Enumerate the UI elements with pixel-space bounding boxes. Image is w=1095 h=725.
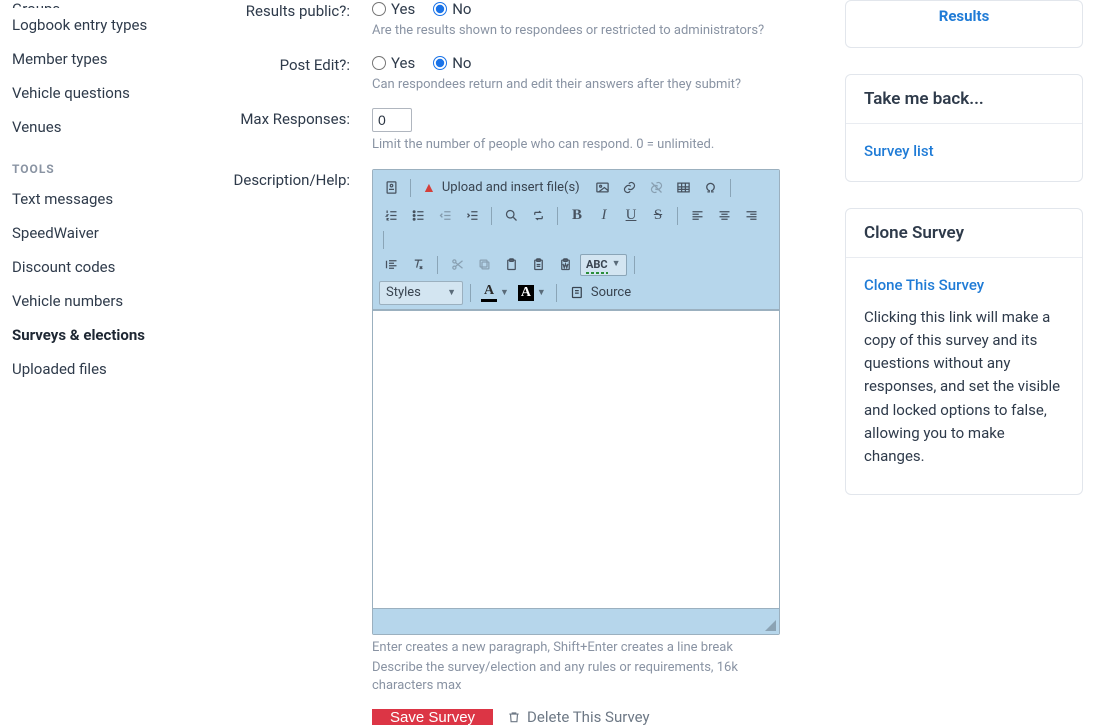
radio-post-edit-yes[interactable]: Yes: [372, 54, 415, 72]
help-max-responses: Limit the number of people who can respo…: [372, 136, 782, 154]
preview-icon[interactable]: [379, 176, 403, 200]
label-max-responses: Max Responses:: [202, 108, 372, 128]
underline-icon[interactable]: U: [619, 204, 643, 228]
card-clone-survey: Clone Survey Clone This Survey Clicking …: [845, 208, 1083, 495]
align-left-icon[interactable]: [685, 204, 709, 228]
sidebar-item-member-types[interactable]: Member types: [12, 42, 168, 76]
source-button[interactable]: Source: [564, 281, 637, 305]
sidebar-item-text-messages[interactable]: Text messages: [12, 182, 168, 216]
table-icon[interactable]: [672, 176, 696, 200]
help-description-2: Describe the survey/election and any rul…: [372, 659, 782, 695]
card-title-clone-survey: Clone Survey: [846, 209, 1082, 258]
card-take-me-back: Take me back... Survey list: [845, 74, 1083, 182]
spellcheck-button[interactable]: ABC ▼: [580, 254, 627, 276]
image-icon[interactable]: [591, 176, 615, 200]
label-results-public: Results public?:: [202, 0, 372, 20]
help-results-public: Are the results shown to respondees or r…: [372, 22, 782, 40]
sidebar-item-vehicle-questions[interactable]: Vehicle questions: [12, 76, 168, 110]
delete-survey-link[interactable]: Delete This Survey: [507, 709, 650, 725]
sidebar-item-groups[interactable]: Groups: [12, 0, 168, 8]
upload-icon: ▲: [422, 181, 436, 195]
save-survey-button[interactable]: Save Survey: [372, 709, 493, 725]
sidebar-item-discount-codes[interactable]: Discount codes: [12, 250, 168, 284]
align-center-icon[interactable]: [712, 204, 736, 228]
sidebar-section-tools: TOOLS: [12, 144, 168, 182]
radio-results-public-yes[interactable]: Yes: [372, 0, 415, 18]
input-max-responses[interactable]: [372, 108, 412, 132]
blockquote-icon[interactable]: [379, 253, 403, 277]
row-max-responses: Max Responses: Limit the number of peopl…: [202, 108, 823, 154]
replace-icon[interactable]: [526, 204, 550, 228]
copy-icon[interactable]: [472, 253, 496, 277]
text-color-button[interactable]: A▼: [478, 281, 512, 305]
row-description: Description/Help: ▲ Upload and insert fi…: [202, 169, 823, 725]
numbered-list-icon[interactable]: [379, 204, 403, 228]
clone-survey-description: Clicking this link will make a copy of t…: [864, 306, 1064, 469]
sidebar-item-uploaded-files[interactable]: Uploaded files: [12, 352, 168, 386]
rich-text-editor: ▲ Upload and insert file(s): [372, 169, 780, 635]
indent-icon[interactable]: [460, 204, 484, 228]
bulleted-list-icon[interactable]: [406, 204, 430, 228]
editor-resize-handle[interactable]: [373, 608, 779, 634]
main-content: Results public?: Yes No Are the results …: [180, 0, 845, 694]
label-description: Description/Help:: [202, 169, 372, 189]
special-char-icon[interactable]: [699, 176, 723, 200]
paste-word-icon[interactable]: [553, 253, 577, 277]
upload-insert-files[interactable]: ▲ Upload and insert file(s): [418, 176, 588, 200]
radio-results-public-no[interactable]: No: [433, 0, 471, 18]
editor-toolbar: ▲ Upload and insert file(s): [373, 170, 779, 310]
results-link[interactable]: Results: [864, 3, 1064, 29]
strikethrough-icon[interactable]: S: [646, 204, 670, 228]
sidebar-item-venues[interactable]: Venues: [12, 110, 168, 144]
radio-post-edit-no[interactable]: No: [433, 54, 471, 72]
styles-dropdown[interactable]: Styles ▼: [379, 281, 463, 305]
background-color-button[interactable]: A▼: [515, 281, 549, 305]
outdent-icon[interactable]: [433, 204, 457, 228]
bold-icon[interactable]: B: [565, 204, 589, 228]
row-results-public: Results public?: Yes No Are the results …: [202, 0, 823, 40]
help-post-edit: Can respondees return and edit their ans…: [372, 76, 782, 94]
editor-content-area[interactable]: [373, 310, 779, 608]
italic-icon[interactable]: I: [592, 204, 616, 228]
find-icon[interactable]: [499, 204, 523, 228]
sidebar: Groups Logbook entry types Member types …: [0, 0, 180, 694]
paste-icon[interactable]: [499, 253, 523, 277]
card-title-take-me-back: Take me back...: [846, 75, 1082, 124]
paste-text-icon[interactable]: [526, 253, 550, 277]
right-column: Results Take me back... Survey list Clon…: [845, 0, 1095, 694]
align-right-icon[interactable]: [739, 204, 763, 228]
sidebar-item-vehicle-numbers[interactable]: Vehicle numbers: [12, 284, 168, 318]
label-post-edit: Post Edit?:: [202, 54, 372, 74]
remove-format-icon[interactable]: [406, 253, 430, 277]
survey-list-link[interactable]: Survey list: [864, 142, 934, 160]
form-actions: Save Survey Delete This Survey: [372, 709, 782, 725]
clone-this-survey-link[interactable]: Clone This Survey: [864, 276, 984, 294]
link-icon[interactable]: [618, 176, 642, 200]
sidebar-item-surveys-elections[interactable]: Surveys & elections: [12, 318, 168, 352]
row-post-edit: Post Edit?: Yes No Can respondees return…: [202, 54, 823, 94]
sidebar-item-speedwaiver[interactable]: SpeedWaiver: [12, 216, 168, 250]
unlink-icon[interactable]: [645, 176, 669, 200]
help-description-1: Enter creates a new paragraph, Shift+Ent…: [372, 639, 782, 657]
sidebar-item-logbook-entry-types[interactable]: Logbook entry types: [12, 8, 168, 42]
cut-icon[interactable]: [445, 253, 469, 277]
card-results: Results: [845, 0, 1083, 48]
trash-icon: [507, 710, 521, 724]
